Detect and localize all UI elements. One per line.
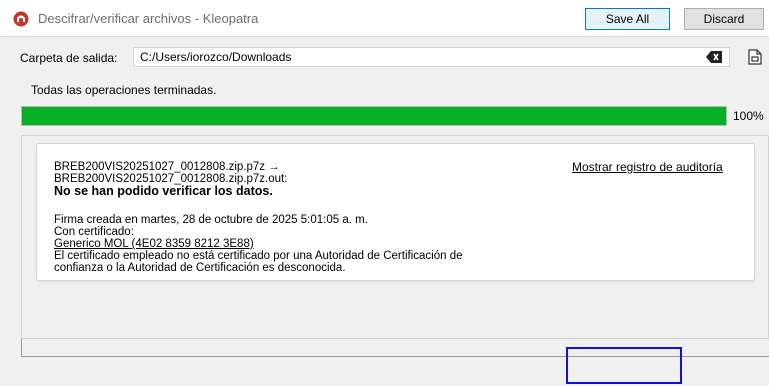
backspace-clear-icon[interactable] [706,51,722,63]
result-error-title: No se han podido verificar los datos. [54,184,273,198]
window-title: Descifrar/verificar archivos - Kleopatra [38,11,259,26]
progress-percent: 100% [733,109,764,123]
status-message: Todas las operaciones terminadas. [31,83,217,97]
output-folder-label: Carpeta de salida: [20,51,118,65]
progress-bar [21,106,727,126]
discard-button[interactable]: Discard [684,8,764,30]
result-card: BREB200VIS20251027_0012808.zip.p7z → BRE… [36,143,755,281]
audit-log-link[interactable]: Mostrar registro de auditoría [572,160,723,174]
bottom-splitter [21,339,769,357]
output-folder-row: Carpeta de salida: C:/Users/iorozco/Down… [0,47,769,69]
kleopatra-app-icon [13,11,29,27]
folder-browse-icon[interactable] [748,49,762,65]
save-all-button[interactable]: Save All [585,8,670,30]
result-warning-line-2: confianza o la Autoridad de Certificació… [54,262,346,274]
button-bar [0,358,769,386]
results-panel: BREB200VIS20251027_0012808.zip.p7z → BRE… [21,135,769,339]
progress-fill [22,107,726,125]
output-folder-input[interactable]: C:/Users/iorozco/Downloads [133,47,730,67]
